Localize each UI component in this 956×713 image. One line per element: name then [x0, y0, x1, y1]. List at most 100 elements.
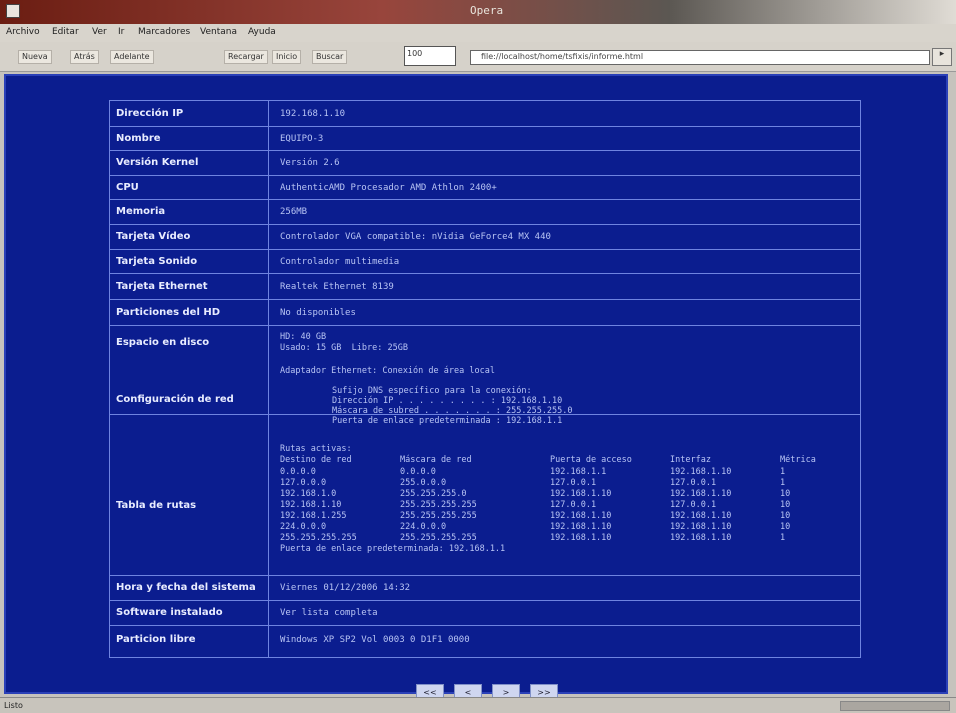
route-cell: 192.168.1.1	[550, 467, 607, 477]
menu-marcadores[interactable]: Marcadores	[138, 27, 190, 37]
route-cell: 1	[780, 533, 786, 543]
info-row: Particiones del HD No disponibles	[110, 300, 860, 326]
route-cell: 255.255.255.255	[400, 533, 477, 543]
route-cell: 192.168.1.10	[280, 500, 342, 510]
route-cell: 127.0.0.1	[670, 478, 717, 488]
route-cell: 192.168.1.10	[550, 511, 612, 521]
info-row: Memoria 256MB	[110, 200, 860, 225]
route-cell: 192.168.1.0	[280, 489, 337, 499]
info-row: Particion libre Windows XP SP2 Vol 0003 …	[110, 626, 860, 658]
window-menu-icon[interactable]	[6, 4, 20, 18]
row-label: Versión Kernel	[116, 157, 199, 168]
route-cell: 192.168.1.10	[550, 522, 612, 532]
route-column-header: Destino de red	[280, 455, 352, 465]
route-cell: 10	[780, 511, 791, 521]
go-button[interactable]: ▸	[932, 48, 952, 66]
forward-button[interactable]: Adelante	[110, 50, 154, 64]
row-value: Ver lista completa	[280, 608, 378, 618]
route-cell: 127.0.0.1	[670, 500, 717, 510]
back-button[interactable]: Atrás	[70, 50, 99, 64]
menu-ver[interactable]: Ver	[92, 27, 107, 37]
info-row: Dirección IP 192.168.1.10	[110, 101, 860, 127]
route-cell: 224.0.0.0	[400, 522, 447, 532]
row-value: Realtek Ethernet 8139	[280, 282, 394, 292]
row-value: 256MB	[280, 207, 308, 217]
route-table: Destino de red Máscara de red Puerta de ac…	[280, 455, 850, 565]
disk-line: Usado: 15 GB Libre: 25GB	[280, 343, 408, 353]
route-cell: 10	[780, 522, 791, 532]
routes-row: Tabla de rutas Rutas activas: Destino de…	[110, 440, 860, 576]
menu-archivo[interactable]: Archivo	[6, 27, 40, 37]
route-cell: 192.168.1.10	[670, 489, 732, 499]
info-row: CPU AuthenticAMD Procesador AMD Athlon 2…	[110, 176, 860, 200]
menu-editar[interactable]: Editar	[52, 27, 79, 37]
row-label: Tarjeta Sonido	[116, 256, 198, 267]
route-cell: 192.168.1.10	[670, 522, 732, 532]
row-label: Tarjeta Vídeo	[116, 231, 191, 242]
routes-header: Rutas activas:	[280, 444, 352, 454]
route-cell: 0.0.0.0	[400, 467, 436, 477]
row-value: No disponibles	[280, 308, 356, 318]
menu-ir[interactable]: Ir	[118, 27, 124, 37]
progress-bar	[840, 701, 950, 711]
row-label: Particion libre	[116, 634, 196, 645]
route-cell: 0.0.0.0	[280, 467, 316, 477]
menu-ayuda[interactable]: Ayuda	[248, 27, 276, 37]
toolbar: Nueva Atrás Adelante Recargar Inicio Bus…	[0, 42, 956, 72]
row-label: Tarjeta Ethernet	[116, 281, 208, 292]
home-button[interactable]: Inicio	[272, 50, 302, 64]
status-text: Listo	[4, 701, 23, 710]
route-cell: 10	[780, 500, 791, 510]
row-label: Dirección IP	[116, 108, 184, 119]
route-cell: 255.255.255.255	[400, 500, 477, 510]
row-label: Nombre	[116, 133, 161, 144]
route-cell: 192.168.1.10	[550, 533, 612, 543]
row-label: Memoria	[116, 206, 166, 217]
title-bar: Opera	[0, 0, 956, 24]
row-label: Particiones del HD	[116, 307, 221, 318]
net-label: Configuración de red	[116, 394, 234, 405]
reload-button[interactable]: Recargar	[224, 50, 268, 64]
row-value: Controlador multimedia	[280, 257, 400, 267]
disk-net-row: Espacio en disco HD: 40 GB Usado: 15 GB …	[110, 326, 860, 440]
info-row: Tarjeta Sonido Controlador multimedia	[110, 250, 860, 274]
search-button[interactable]: Buscar	[312, 50, 348, 64]
route-cell: 255.0.0.0	[400, 478, 447, 488]
page-content: Dirección IP 192.168.1.10 Nombre EQUIPO-…	[4, 74, 948, 702]
route-column-header: Máscara de red	[400, 455, 472, 465]
row-label: Hora y fecha del sistema	[116, 582, 256, 593]
status-bar: Listo	[0, 697, 956, 713]
info-row: Tarjeta Ethernet Realtek Ethernet 8139	[110, 274, 860, 300]
row-value: AuthenticAMD Procesador AMD Athlon 2400+	[280, 183, 497, 193]
new-button[interactable]: Nueva	[18, 50, 52, 64]
info-row: Tarjeta Vídeo Controlador VGA compatible…	[110, 225, 860, 250]
route-cell: 127.0.0.1	[550, 500, 597, 510]
divider-line	[110, 414, 860, 415]
disk-line: HD: 40 GB	[280, 332, 327, 342]
system-info-table: Dirección IP 192.168.1.10 Nombre EQUIPO-…	[109, 100, 861, 658]
info-row: Software instalado Ver lista completa	[110, 601, 860, 626]
route-cell: 255.255.255.255	[400, 511, 477, 521]
row-label: Software instalado	[116, 607, 223, 618]
route-cell: 192.168.1.10	[670, 511, 732, 521]
menu-ventana[interactable]: Ventana	[200, 27, 237, 37]
route-column-header: Métrica	[780, 455, 816, 465]
route-cell: 192.168.1.255	[280, 511, 347, 521]
window-title: Opera	[470, 4, 504, 17]
route-cell: 127.0.0.0	[280, 478, 327, 488]
address-field[interactable]: file://localhost/home/tsfixis/informe.ht…	[470, 50, 930, 65]
route-column-header: Puerta de acceso	[550, 455, 632, 465]
row-value: Windows XP SP2 Vol 0003 0 D1F1 0000	[280, 635, 470, 645]
row-value: Controlador VGA compatible: nVidia GeFor…	[280, 232, 551, 242]
info-row: Hora y fecha del sistema Viernes 01/12/2…	[110, 576, 860, 601]
route-cell: 255.255.255.0	[400, 489, 467, 499]
zoom-field[interactable]: 100	[404, 46, 456, 66]
route-cell: 127.0.0.1	[550, 478, 597, 488]
info-row: Versión Kernel Versión 2.6	[110, 151, 860, 176]
route-cell: 192.168.1.10	[670, 467, 732, 477]
row-value: 192.168.1.10	[280, 109, 346, 119]
route-cell: 255.255.255.255	[280, 533, 357, 543]
route-cell: 192.168.1.10	[550, 489, 612, 499]
route-column-header: Interfaz	[670, 455, 711, 465]
menu-bar: Archivo Editar Ver Ir Marcadores Ventana…	[0, 24, 956, 42]
